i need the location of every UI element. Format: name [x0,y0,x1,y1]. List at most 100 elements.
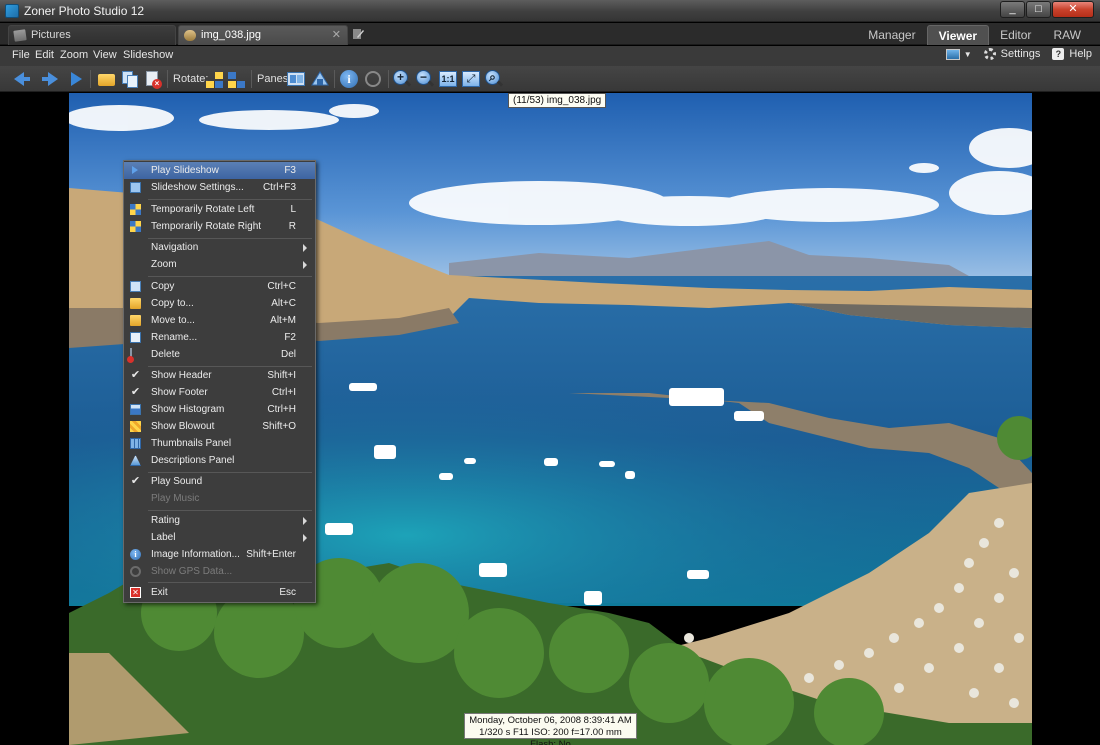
tile [228,72,236,79]
actual-size-button[interactable]: 1:1 [438,69,458,89]
image-information-button[interactable]: i [339,69,359,89]
menu-item-play-slideshow[interactable]: Play Slideshow F3 [124,162,315,179]
magnifier-handle [496,80,504,87]
menu-item-slideshow-settings[interactable]: Slideshow Settings... Ctrl+F3 [124,179,315,196]
image-tab-icon [184,30,196,41]
zoom-tool-button[interactable]: ⌕ [484,69,504,89]
fit-to-window-button[interactable]: ⤢ [461,69,481,89]
zoom-in-button[interactable]: + [392,69,412,89]
forward-button[interactable] [38,69,58,89]
delete-button[interactable]: × [143,69,163,89]
module-tab-viewer[interactable]: Viewer [926,25,990,45]
toolbar: × Rotate: Panes: i + − 1:1 ⤢ ⌕ [0,66,1100,92]
minimize-button[interactable]: _ [1000,1,1025,18]
menu-view[interactable]: View [93,49,117,61]
menu-edit[interactable]: Edit [35,49,54,61]
menu-item-zoom[interactable]: Zoom [124,256,315,273]
actual-size-icon: 1:1 [439,71,457,87]
zoom-out-button[interactable]: − [415,69,435,89]
gps-button[interactable] [363,69,383,89]
module-tab-editor[interactable]: Editor [989,25,1042,45]
menu-item-show-blowout[interactable]: Show Blowout Shift+O [124,418,315,435]
menu-item-copy-to[interactable]: Copy to... Alt+C [124,295,315,312]
menu-item-delete[interactable]: Delete Del [124,346,315,363]
menu-item-copy[interactable]: Copy Ctrl+C [124,278,315,295]
menu-item-image-information[interactable]: i Image Information... Shift+Enter [124,546,315,563]
menu-file[interactable]: File [12,49,30,61]
chevron-down-icon: ▼ [963,49,972,59]
menu-item-label: Descriptions Panel [151,455,235,466]
menu-item-shortcut: Alt+M [270,315,296,326]
menu-item-descriptions-panel[interactable]: Descriptions Panel [124,452,315,469]
descriptions-pane-button[interactable] [310,69,330,89]
close-button[interactable]: ✕ [1052,1,1094,18]
menu-separator [148,199,312,200]
display-mode-button[interactable]: ▼ [945,48,972,60]
menu-item-play-sound[interactable]: ✔ Play Sound [124,473,315,490]
rotate-left-icon [130,204,141,215]
tab-image[interactable]: img_038.jpg ✕ [178,25,348,45]
menu-item-label: Exit [151,587,168,598]
play-icon [71,72,82,86]
play-slideshow-button[interactable] [66,69,86,89]
open-folder-button[interactable] [97,69,117,89]
pane-icon [287,72,305,86]
menu-item-rating[interactable]: Rating [124,512,315,529]
copy-icon [130,281,141,292]
thumbnails-pane-button[interactable] [286,69,306,89]
menu-item-shortcut: Esc [279,587,296,598]
magnifier-handle [427,80,435,87]
menu-item-rotate-right[interactable]: Temporarily Rotate Right R [124,218,315,235]
module-tab-raw[interactable]: RAW [1042,25,1092,45]
menu-item-label: Show Header [151,370,212,381]
monitor-icon [945,48,960,60]
menu-item-shortcut: Ctrl+F3 [262,182,296,193]
menu-item-label: Delete [151,349,180,360]
menu-item-shortcut: F2 [284,332,296,343]
histogram-icon [130,404,141,415]
maximize-button[interactable]: □ [1026,1,1051,18]
menu-item-thumbnails-panel[interactable]: Thumbnails Panel [124,435,315,452]
menu-item-rename[interactable]: Rename... F2 [124,329,315,346]
arrow-left-shaft [22,77,30,81]
help-button[interactable]: ? Help [1052,48,1092,60]
menu-item-navigation[interactable]: Navigation [124,239,315,256]
info-icon: i [130,549,141,560]
menu-item-label: Navigation [151,242,199,253]
rotate-right-icon [228,71,246,88]
menu-item-label: Rating [151,515,180,526]
copy-button[interactable] [120,69,140,89]
menu-item-shortcut: Shift+O [262,421,296,432]
menu-zoom[interactable]: Zoom [60,49,88,61]
menu-item-show-footer[interactable]: ✔ Show Footer Ctrl+I [124,384,315,401]
menu-slideshow[interactable]: Slideshow [123,49,173,61]
menu-item-label: Rename... [151,332,198,343]
menu-item-exit[interactable]: ✕ Exit Esc [124,584,315,601]
tile [215,81,223,88]
back-button[interactable] [14,69,34,89]
info-icon: i [340,70,358,88]
toolbar-separator [167,70,168,88]
settings-button[interactable]: Settings [983,48,1040,60]
rotate-left-button[interactable] [205,69,225,89]
menu-item-move-to[interactable]: Move to... Alt+M [124,312,315,329]
menu-item-label: Zoom [151,259,177,270]
tab-pictures[interactable]: Pictures [8,25,176,45]
menu-item-label-submenu[interactable]: Label [124,529,315,546]
menu-item-shortcut: Shift+Enter [246,549,296,560]
module-tab-manager[interactable]: Manager [857,25,926,45]
menu-item-shortcut: Shift+I [267,370,296,381]
rotate-right-button[interactable] [227,69,247,89]
menu-item-rotate-left[interactable]: Temporarily Rotate Left L [124,201,315,218]
menu-item-shortcut: Ctrl+H [267,404,296,415]
tile [228,81,236,88]
rotate-label: Rotate: [173,73,209,85]
tab-close-icon[interactable]: ✕ [332,28,341,41]
menu-item-show-header[interactable]: ✔ Show Header Shift+I [124,367,315,384]
tile [206,81,214,88]
menu-item-show-histogram[interactable]: Show Histogram Ctrl+H [124,401,315,418]
menu-item-shortcut: Ctrl+I [271,387,296,398]
menu-right-group: ▼ Settings ? Help [934,48,1092,60]
new-tab-icon[interactable] [352,28,364,40]
check-icon: ✔ [130,386,141,398]
